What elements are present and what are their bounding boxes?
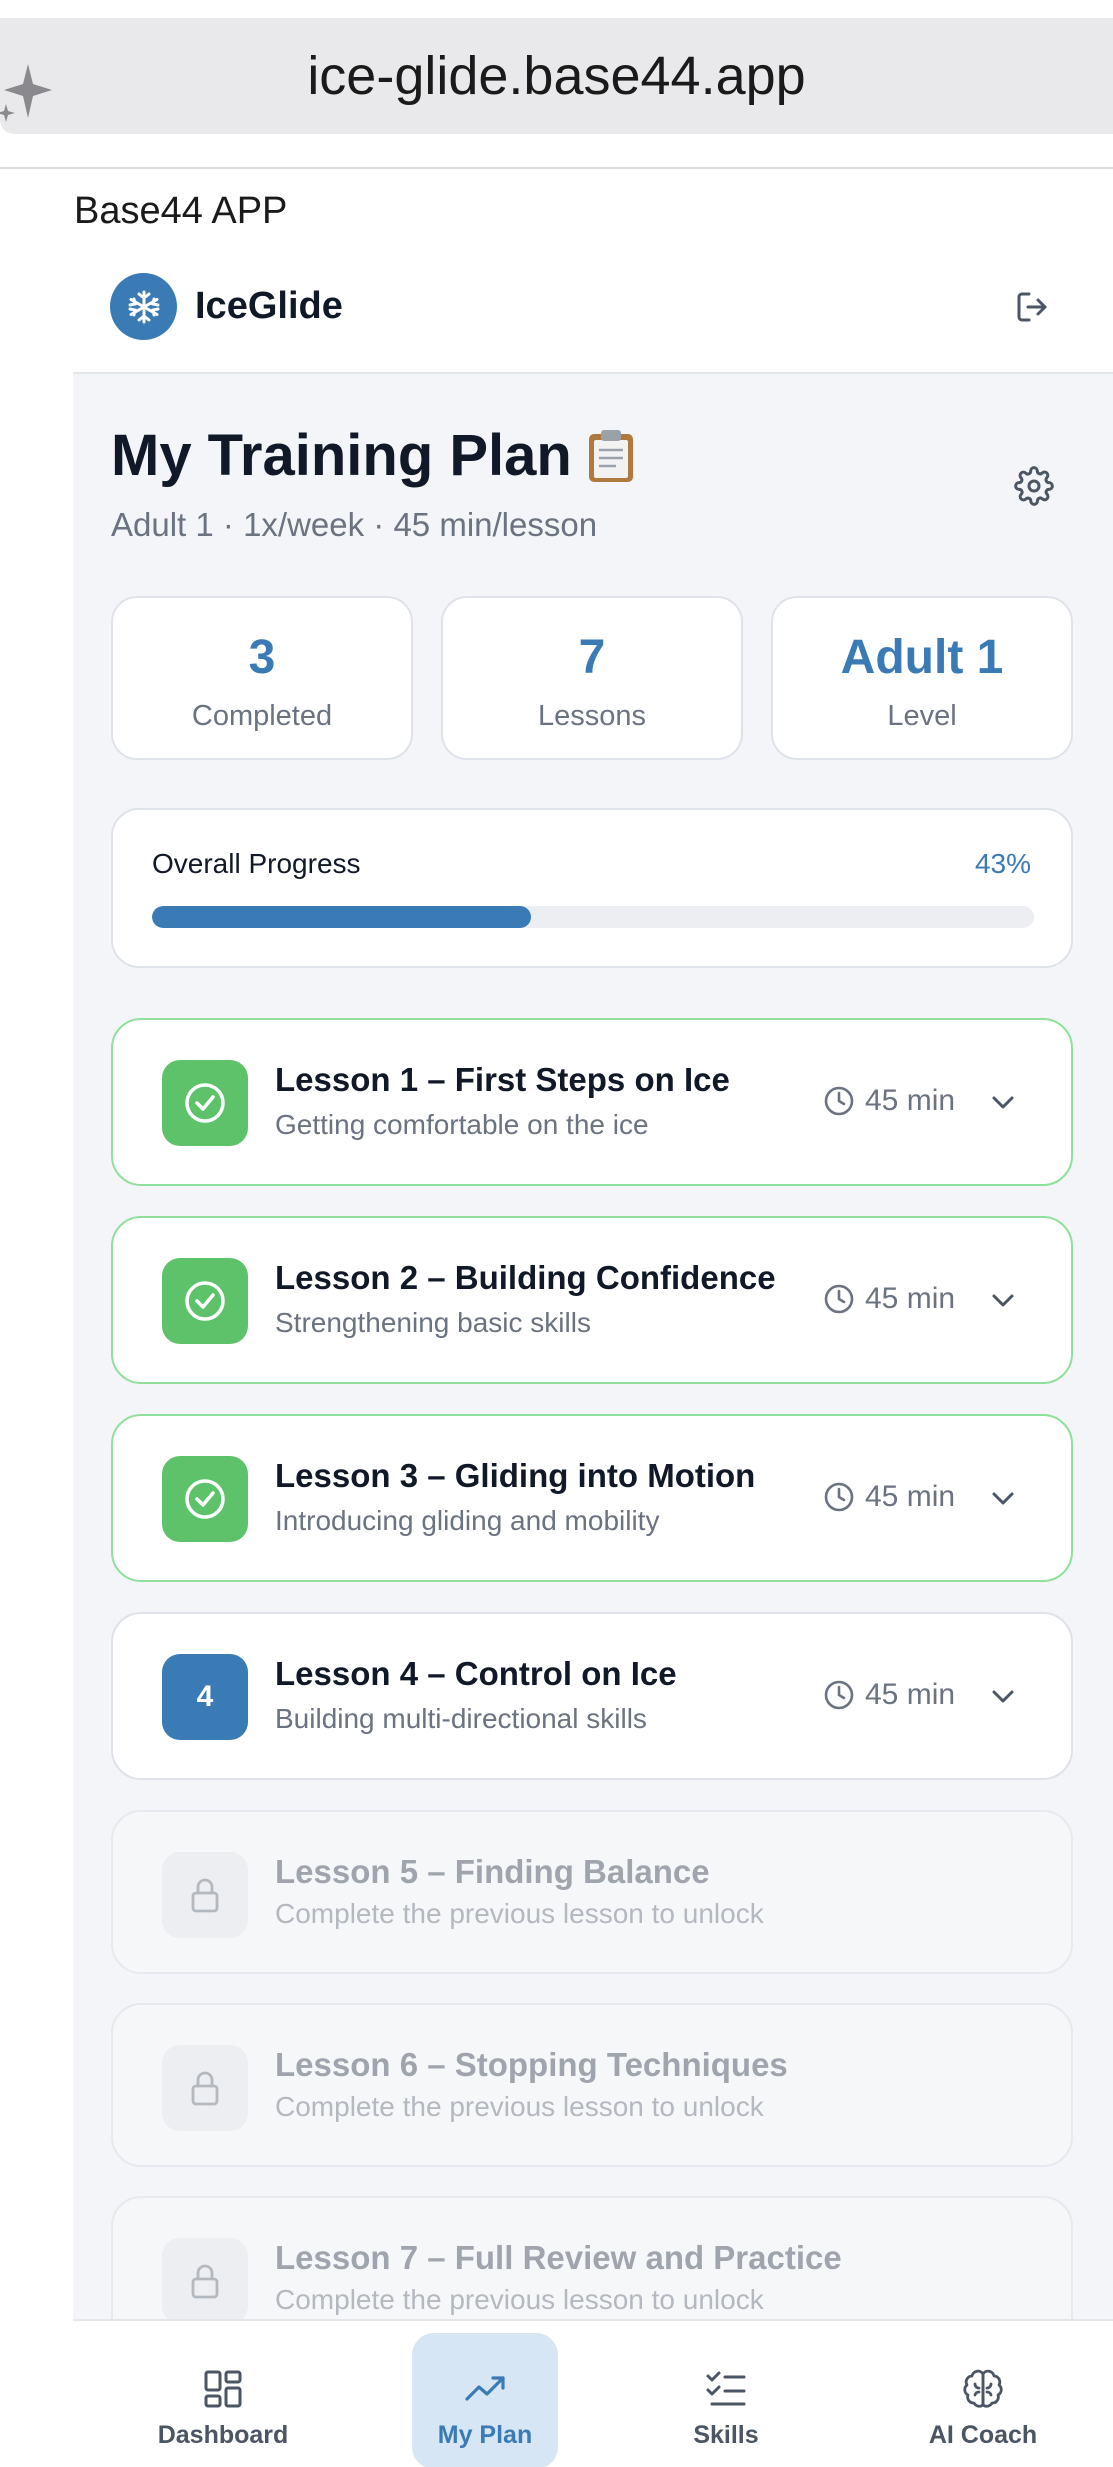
lesson-card-1[interactable]: Lesson 1 – First Steps on Ice Getting co… [111, 1018, 1073, 1186]
chevron-down-icon[interactable] [988, 1090, 1018, 1114]
lesson-title: Lesson 5 – Finding Balance [275, 1853, 710, 1890]
lesson-card-6: Lesson 6 – Stopping Techniques Complete … [111, 2003, 1073, 2167]
check-circle-icon [162, 1456, 248, 1542]
clock-icon [824, 1680, 854, 1710]
nav-label: AI Coach [928, 2421, 1038, 2449]
lesson-duration: 45 min [823, 1084, 955, 1118]
lock-icon [162, 2238, 248, 2324]
lesson-subtitle: Strengthening basic skills [275, 1307, 591, 1338]
clock-icon [824, 1086, 854, 1116]
lesson-card-3[interactable]: Lesson 3 – Gliding into Motion Introduci… [111, 1414, 1073, 1582]
nav-item-skills[interactable]: Skills [653, 2321, 799, 2467]
lesson-duration-text: 45 min [865, 1678, 956, 1711]
page-subtitle: Adult 1 · 1x/week · 45 min/lesson [111, 506, 598, 543]
stat-value: Adult 1 [840, 631, 1004, 684]
page-title-text: My Training Plan [111, 423, 572, 488]
nav-item-dashboard[interactable]: Dashboard [113, 2321, 333, 2467]
nav-item-my-plan[interactable]: My Plan [412, 2321, 558, 2467]
lesson-duration-text: 45 min [865, 1084, 956, 1117]
nav-label: Dashboard [157, 2421, 289, 2449]
page-title: My Training Plan [111, 422, 636, 489]
stat-label: Lessons [537, 700, 646, 732]
lesson-duration: 45 min [823, 1678, 955, 1712]
stat-value: 7 [578, 631, 606, 684]
bottom-nav: Dashboard My Plan Skills AI Coach [73, 2319, 1113, 2467]
chevron-down-icon[interactable] [988, 1684, 1018, 1708]
lesson-subtitle: Complete the previous lesson to unlock [275, 2091, 764, 2122]
lesson-subtitle: Introducing gliding and mobility [275, 1505, 660, 1536]
lesson-title: Lesson 7 – Full Review and Practice [275, 2239, 842, 2276]
lesson-duration: 45 min [823, 1480, 955, 1514]
lesson-duration-text: 45 min [865, 1480, 956, 1513]
clock-icon [824, 1482, 854, 1512]
browser-divider [0, 167, 1113, 169]
progress-percent: 43% [974, 848, 1031, 879]
lesson-title: Lesson 6 – Stopping Techniques [275, 2046, 788, 2083]
progress-bar-fill [152, 906, 532, 928]
browser-url-bar[interactable]: ice-glide.base44.app [0, 18, 1113, 134]
logout-icon[interactable] [1015, 289, 1051, 325]
lesson-card-4[interactable]: 4 Lesson 4 – Control on Ice Building mul… [111, 1612, 1073, 1780]
url-text[interactable]: ice-glide.base44.app [0, 18, 1113, 134]
lesson-duration-text: 45 min [865, 1282, 956, 1315]
lesson-title: Lesson 2 – Building Confidence [275, 1259, 776, 1296]
lesson-title: Lesson 3 – Gliding into Motion [275, 1457, 756, 1494]
lesson-subtitle: Complete the previous lesson to unlock [275, 2284, 764, 2315]
stat-label: Level [887, 700, 957, 732]
stat-card-lessons: 7 Lessons [441, 596, 743, 760]
lesson-card-5: Lesson 5 – Finding Balance Complete the … [111, 1810, 1073, 1974]
stat-card-level: Adult 1 Level [771, 596, 1073, 760]
progress-label: Overall Progress [152, 848, 361, 879]
lesson-subtitle: Getting comfortable on the ice [275, 1109, 649, 1140]
lesson-number-badge: 4 [162, 1654, 248, 1740]
clipboard-icon [586, 428, 636, 484]
nav-label: Skills [693, 2421, 759, 2449]
brain-icon [963, 2369, 1003, 2408]
app-label: Base44 APP [74, 190, 288, 232]
dashboard-grid-icon [204, 2370, 242, 2408]
chevron-down-icon[interactable] [988, 1486, 1018, 1510]
settings-gear-icon[interactable] [1014, 466, 1054, 506]
lesson-title: Lesson 1 – First Steps on Ice [275, 1061, 730, 1098]
app-container: IceGlide My Training Plan Adult 1 · 1x/w… [73, 240, 1113, 2467]
snowflake-icon [110, 273, 177, 340]
app-header: IceGlide [73, 240, 1113, 374]
lock-icon [162, 2045, 248, 2131]
trending-up-icon [465, 2376, 505, 2401]
lesson-subtitle: Building multi-directional skills [275, 1703, 647, 1734]
brand-name: IceGlide [195, 285, 343, 327]
lesson-title: Lesson 4 – Control on Ice [275, 1655, 677, 1692]
nav-item-ai-coach[interactable]: AI Coach [883, 2321, 1083, 2467]
stat-card-completed: 3 Completed [111, 596, 413, 760]
check-circle-icon [162, 1258, 248, 1344]
checklist-icon [706, 2371, 746, 2406]
lock-icon [162, 1852, 248, 1938]
overall-progress-card: Overall Progress 43% [111, 808, 1073, 968]
stat-label: Completed [191, 700, 333, 732]
clock-icon [824, 1284, 854, 1314]
chevron-down-icon[interactable] [988, 1288, 1018, 1312]
lesson-card-2[interactable]: Lesson 2 – Building Confidence Strengthe… [111, 1216, 1073, 1384]
lesson-subtitle: Complete the previous lesson to unlock [275, 1898, 764, 1929]
stat-value: 3 [248, 631, 276, 684]
check-circle-icon [162, 1060, 248, 1146]
lesson-duration: 45 min [823, 1282, 955, 1316]
progress-bar [152, 906, 1034, 928]
nav-label: My Plan [437, 2421, 533, 2449]
